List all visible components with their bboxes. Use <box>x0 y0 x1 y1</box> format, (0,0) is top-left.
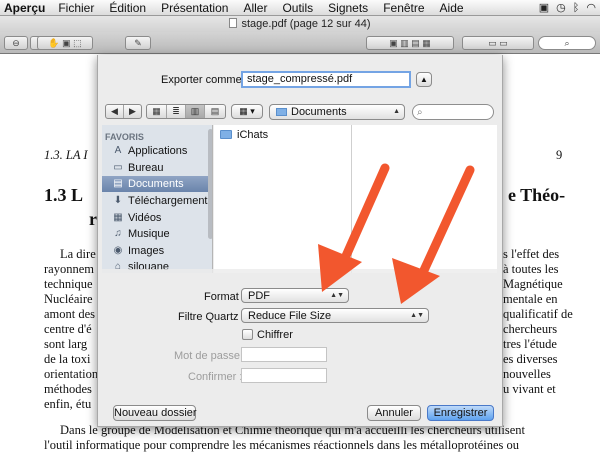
annotation-arrows <box>318 163 475 304</box>
arrow-to-quartz-filter <box>392 165 475 304</box>
arrow-to-format <box>318 163 390 292</box>
